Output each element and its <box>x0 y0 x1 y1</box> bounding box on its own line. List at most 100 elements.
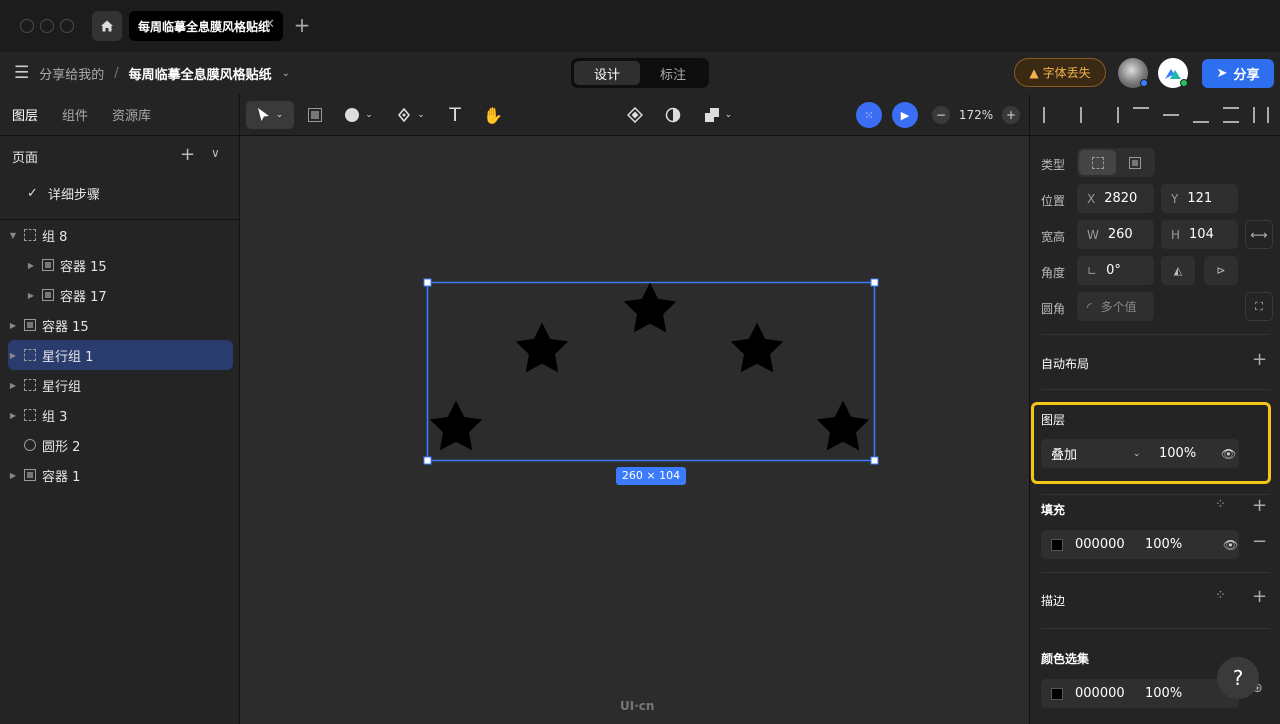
align-left-icon[interactable] <box>1043 106 1059 123</box>
text-tool-button[interactable]: T <box>446 101 464 129</box>
layer-row[interactable]: ▶ 星行组 <box>8 370 233 400</box>
font-missing-button[interactable]: ▲ 字体丢失 <box>1014 58 1106 87</box>
fill-hex-input[interactable]: 000000 <box>1075 537 1145 552</box>
remove-fill-icon[interactable]: − <box>1252 531 1267 552</box>
type-group-button[interactable] <box>1079 150 1116 175</box>
color-swatch[interactable] <box>1051 538 1063 551</box>
rotation-input[interactable]: ∟ 0° <box>1077 256 1154 285</box>
layer-row[interactable]: ▶ 组 3 <box>8 400 233 430</box>
y-input[interactable]: Y 121 <box>1161 184 1238 213</box>
tab-layers[interactable]: 图层 <box>12 105 38 124</box>
expand-arrow-icon[interactable]: ▶ <box>8 471 18 480</box>
blend-mode-row: 叠加 ⌄ 100% 👁 <box>1041 439 1239 468</box>
align-center-h-icon[interactable] <box>1080 106 1089 123</box>
style-icon[interactable]: ⁘ <box>1215 497 1226 512</box>
distribute-horizontal-icon[interactable] <box>1253 106 1269 123</box>
help-button[interactable]: ? <box>1217 657 1259 699</box>
page-item[interactable]: ✓ 详细步骤 <box>0 178 240 208</box>
align-bottom-icon[interactable] <box>1193 107 1209 123</box>
home-button[interactable] <box>92 11 122 41</box>
collapse-pages-icon[interactable]: ∨ <box>211 146 220 160</box>
expand-arrow-icon[interactable]: ▶ <box>8 411 18 420</box>
radius-value: 多个值 <box>1100 300 1137 314</box>
align-top-icon[interactable] <box>1133 106 1149 123</box>
frame-tool-button[interactable] <box>304 101 326 129</box>
close-window-button[interactable] <box>20 19 34 33</box>
tab-design[interactable]: 设计 <box>574 61 640 85</box>
layer-opacity-input[interactable]: 100% <box>1159 446 1221 461</box>
share-button[interactable]: ➤ 分享 <box>1202 59 1274 88</box>
document-tab[interactable]: 每周临摹全息膜风格贴纸 ✕ <box>129 11 283 41</box>
layer-row[interactable]: ▶ 容器 15 <box>8 310 233 340</box>
align-right-icon[interactable] <box>1103 106 1119 123</box>
share-label: 分享 <box>1233 68 1260 83</box>
eye-icon[interactable]: 👁 <box>1223 538 1238 552</box>
eye-icon[interactable]: 👁 <box>1221 447 1236 461</box>
layer-row[interactable]: ▶ 容器 17 <box>8 280 233 310</box>
minimize-window-button[interactable] <box>40 19 54 33</box>
width-input[interactable]: W 260 <box>1077 220 1154 249</box>
expand-arrow-icon[interactable]: ▶ <box>26 261 36 270</box>
flip-vertical-button[interactable]: ⊳ <box>1204 256 1238 285</box>
independent-corners-button[interactable]: ⛶ <box>1245 292 1273 321</box>
constrain-proportions-button[interactable]: ⟷ <box>1245 220 1273 249</box>
type-frame-button[interactable] <box>1116 150 1153 175</box>
align-center-v-icon[interactable] <box>1163 113 1179 123</box>
expand-arrow-icon[interactable]: ▼ <box>8 231 18 240</box>
grid-icon: ⁙ <box>864 108 874 122</box>
breadcrumb-file[interactable]: 每周临摹全息膜风格贴纸 <box>129 64 272 83</box>
breadcrumb-parent[interactable]: 分享给我的 <box>39 64 104 83</box>
chevron-down-icon[interactable]: ⌄ <box>282 68 290 79</box>
layer-row[interactable]: 圆形 2 <box>8 430 233 460</box>
zoom-out-button[interactable]: − <box>932 106 950 124</box>
canvas[interactable]: 260 × 104 UI·cn <box>240 136 1029 724</box>
fill-opacity-input[interactable]: 100% <box>1145 537 1223 552</box>
layer-row-selected[interactable]: ▶ 星行组 1 <box>8 340 233 370</box>
expand-arrow-icon[interactable]: ▶ <box>26 291 36 300</box>
mask-button[interactable] <box>664 101 682 129</box>
x-input[interactable]: X 2820 <box>1077 184 1154 213</box>
selection-hex-input[interactable]: 000000 <box>1075 686 1145 701</box>
add-stroke-icon[interactable]: + <box>1252 586 1267 607</box>
new-tab-button[interactable]: + <box>292 12 312 38</box>
breadcrumb-separator: / <box>114 65 119 81</box>
close-tab-icon[interactable]: ✕ <box>264 17 275 32</box>
color-swatch[interactable] <box>1051 687 1063 700</box>
tab-components[interactable]: 组件 <box>62 105 88 124</box>
canvas-artboard[interactable] <box>240 136 1029 724</box>
distribute-vertical-icon[interactable] <box>1223 106 1239 123</box>
expand-arrow-icon[interactable]: ▶ <box>8 381 18 390</box>
apps-button[interactable]: ⁙ <box>856 102 882 128</box>
pen-tool-button[interactable]: ⌄ <box>394 101 428 129</box>
height-input[interactable]: H 104 <box>1161 220 1238 249</box>
expand-arrow-icon[interactable]: ▶ <box>8 321 18 330</box>
blend-mode-select[interactable]: 叠加 <box>1051 444 1133 463</box>
add-fill-icon[interactable]: + <box>1252 495 1267 516</box>
shape-tool-button[interactable]: ⌄ <box>342 101 376 129</box>
hamburger-menu-icon[interactable]: ☰ <box>14 63 29 83</box>
tab-annotate[interactable]: 标注 <box>640 61 706 85</box>
expand-arrow-icon[interactable]: ▶ <box>8 351 18 360</box>
tab-assets[interactable]: 资源库 <box>112 105 151 124</box>
hand-tool-button[interactable]: ✋ <box>483 101 503 129</box>
zoom-in-button[interactable]: + <box>1002 106 1020 124</box>
flip-horizontal-button[interactable]: ◭ <box>1161 256 1195 285</box>
mode-switch: 设计 标注 <box>571 58 709 88</box>
layer-row[interactable]: ▶ 容器 1 <box>8 460 233 490</box>
style-icon[interactable]: ⁘ <box>1215 588 1226 603</box>
zoom-level[interactable]: 172% <box>956 101 996 129</box>
selection-opacity-input[interactable]: 100% <box>1145 686 1223 701</box>
add-page-icon[interactable]: + <box>180 144 195 165</box>
component-icon <box>627 107 643 123</box>
layer-row[interactable]: ▶ 容器 15 <box>8 250 233 280</box>
layer-row[interactable]: ▼ 组 8 <box>8 220 233 250</box>
add-auto-layout-icon[interactable]: + <box>1252 349 1267 370</box>
component-button[interactable] <box>626 101 644 129</box>
radius-input[interactable]: ◜ 多个值 <box>1077 292 1154 321</box>
maximize-window-button[interactable] <box>60 19 74 33</box>
boolean-button[interactable]: ⌄ <box>700 101 736 129</box>
chevron-down-icon[interactable]: ⌄ <box>1133 449 1159 459</box>
prototype-play-button[interactable]: ▶ <box>892 102 918 128</box>
toolbar: ⌄ ⌄ ⌄ T ✋ ⌄ ⁙ ▶ − 172% + <box>240 94 1029 136</box>
move-tool-button[interactable]: ⌄ <box>246 101 294 129</box>
